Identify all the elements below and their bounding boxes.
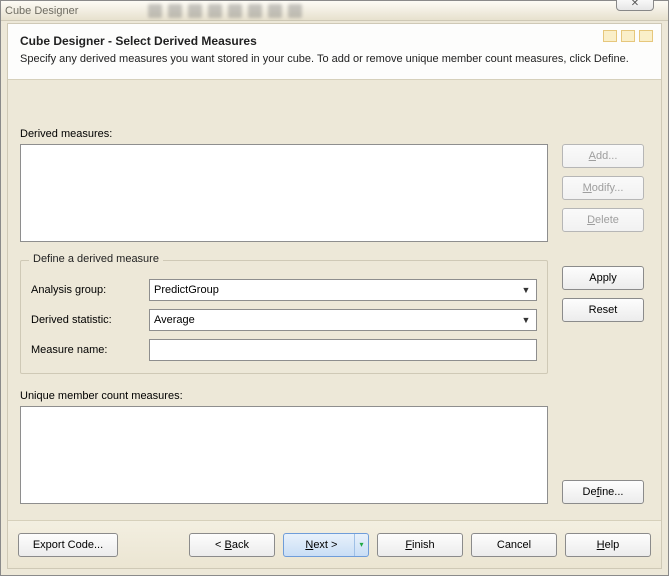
cube-designer-window: Cube Designer ✕ Cube Designer - Select D… bbox=[0, 0, 669, 576]
next-button[interactable]: Next > bbox=[283, 533, 369, 557]
apply-button[interactable]: Apply bbox=[562, 266, 644, 290]
window-close-button[interactable]: ✕ bbox=[616, 0, 654, 11]
unique-measures-list[interactable] bbox=[20, 406, 548, 504]
close-icon: ✕ bbox=[631, 0, 639, 9]
analysis-group-label: Analysis group: bbox=[31, 284, 149, 296]
add-button[interactable]: Add... bbox=[562, 144, 644, 168]
mini-box-1 bbox=[603, 30, 617, 42]
cancel-button[interactable]: Cancel bbox=[471, 533, 557, 557]
mini-box-3 bbox=[639, 30, 653, 42]
measure-name-label: Measure name: bbox=[31, 344, 149, 356]
measure-name-input[interactable] bbox=[154, 340, 532, 360]
mini-box-2 bbox=[621, 30, 635, 42]
wizard-footer: Export Code... < Back Next > ▾ Finish Ca… bbox=[8, 520, 661, 568]
wizard-page: Cube Designer - Select Derived Measures … bbox=[7, 23, 662, 569]
toolbar-blur bbox=[148, 4, 302, 18]
unique-measures-label: Unique member count measures: bbox=[20, 390, 649, 402]
header-mini-buttons bbox=[603, 30, 653, 42]
finish-button[interactable]: Finish bbox=[377, 533, 463, 557]
page-description: Specify any derived measures you want st… bbox=[20, 52, 649, 67]
window-title: Cube Designer bbox=[5, 5, 78, 17]
define-button[interactable]: Define... bbox=[562, 480, 644, 504]
help-button[interactable]: Help bbox=[565, 533, 651, 557]
derived-statistic-combo[interactable]: Average ▼ bbox=[149, 309, 537, 331]
derived-measures-label: Derived measures: bbox=[20, 128, 649, 140]
back-button[interactable]: < Back bbox=[189, 533, 275, 557]
define-measure-group: Define a derived measure Analysis group:… bbox=[20, 260, 548, 374]
page-title: Cube Designer - Select Derived Measures bbox=[20, 34, 649, 48]
chevron-down-icon: ▼ bbox=[518, 312, 534, 328]
chevron-down-icon: ▼ bbox=[518, 282, 534, 298]
derived-measures-list[interactable] bbox=[20, 144, 548, 242]
wizard-content: Derived measures: Add... Modify... Delet… bbox=[8, 96, 661, 520]
derived-statistic-label: Derived statistic: bbox=[31, 314, 149, 326]
analysis-group-combo[interactable]: PredictGroup ▼ bbox=[149, 279, 537, 301]
analysis-group-value: PredictGroup bbox=[154, 284, 219, 296]
modify-button[interactable]: Modify... bbox=[562, 176, 644, 200]
reset-button[interactable]: Reset bbox=[562, 298, 644, 322]
delete-button[interactable]: Delete bbox=[562, 208, 644, 232]
wizard-header: Cube Designer - Select Derived Measures … bbox=[8, 24, 661, 80]
derived-statistic-value: Average bbox=[154, 314, 195, 326]
export-code-button[interactable]: Export Code... bbox=[18, 533, 118, 557]
title-bar: Cube Designer ✕ bbox=[1, 1, 668, 21]
define-measure-legend: Define a derived measure bbox=[29, 253, 163, 265]
measure-name-field-wrap bbox=[149, 339, 537, 361]
